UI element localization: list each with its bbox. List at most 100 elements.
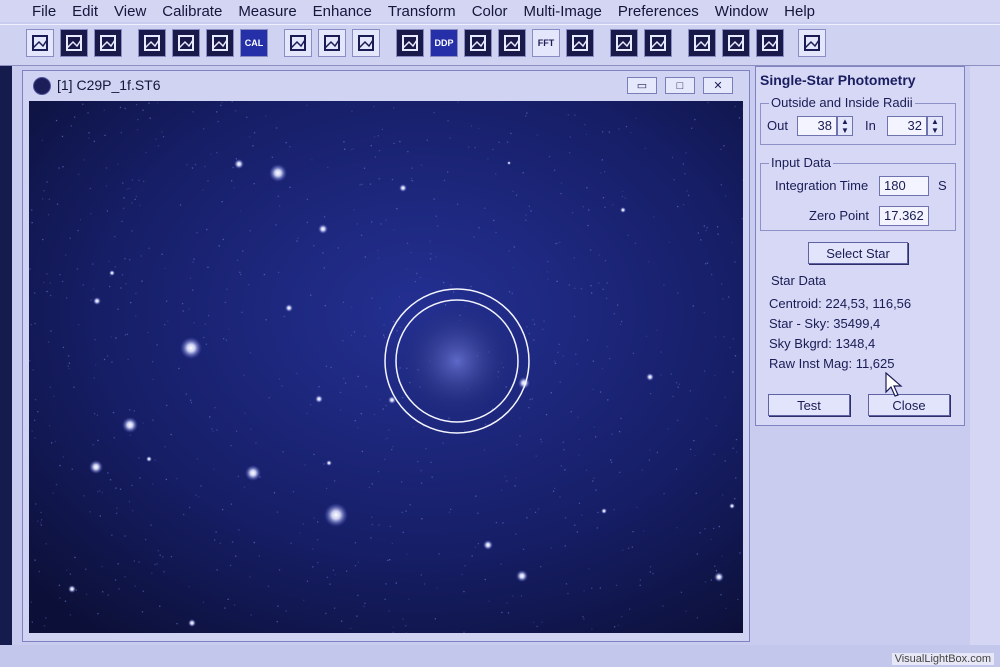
outer-radius-stepper[interactable]: ▲ ▼ [837,116,853,136]
levels-icon[interactable] [352,29,380,57]
star [180,337,202,359]
menu-color[interactable]: Color [462,3,514,20]
menu-bar: File Edit View Calibrate Measure Enhance Trans… [0,0,1000,22]
wand-icon[interactable] [498,29,526,57]
screen: File Edit View Calibrate Measure Enhance Trans… [0,0,1000,667]
star [399,184,407,192]
right-edge [970,66,1000,667]
out-label: Out [767,118,788,133]
star-data-label: Star Data [769,273,828,288]
mouse-pointer-icon [885,372,903,397]
menu-window[interactable]: Window [705,3,774,20]
star [315,395,323,403]
star-icon[interactable] [464,29,492,57]
star [234,159,244,169]
outer-radius-field[interactable]: 38 [797,116,837,136]
close-button[interactable]: Close [868,394,950,416]
inner-radius-field[interactable]: 32 [887,116,927,136]
star [601,508,607,514]
radii-group: Outside and Inside Radii Out 38 ▲ ▼ In 32… [760,95,956,145]
star [516,570,528,582]
star [188,619,196,627]
star-data-group: Star Data Centroid: 224,53, 116,56 Star … [760,273,956,377]
tile-icon[interactable] [756,29,784,57]
image-window-title: [1] C29P_1f.ST6 [57,77,161,93]
maximize-button[interactable]: □ [665,77,695,94]
curve-icon[interactable] [318,29,346,57]
sky-image-canvas[interactable] [29,101,743,633]
input-data-group: Input Data Integration Time 180 S Zero P… [760,155,956,231]
star [507,161,511,165]
star [324,503,348,527]
close-window-button[interactable]: ✕ [703,77,733,94]
in-label: In [865,118,876,133]
integration-time-field[interactable]: 180 [879,176,929,196]
menu-measure[interactable]: Measure [228,3,302,20]
sky-background-value: Sky Bkgrd: 1348,4 [769,336,876,351]
menu-calibrate[interactable]: Calibrate [152,3,228,20]
panel-title: Single-Star Photometry [760,72,916,88]
align-icon[interactable] [722,29,750,57]
centroid-value: Centroid: 224,53, 116,56 [769,296,912,311]
watermark: VisualLightBox.com [891,653,994,665]
integration-unit: S [938,178,947,193]
bottom-bar [0,645,1000,667]
photometry-panel: Single-Star Photometry Outside and Insid… [755,66,965,426]
test-button[interactable]: Test [768,394,850,416]
grid-icon[interactable] [566,29,594,57]
star-minus-sky-value: Star - Sky: 35499,4 [769,316,881,331]
star [326,460,332,466]
zero-point-field[interactable]: 17.362 [879,206,929,226]
image-icon[interactable] [610,29,638,57]
menu-help[interactable]: Help [774,3,821,20]
histogram-icon[interactable] [284,29,312,57]
star [109,270,115,276]
star [646,373,654,381]
toolbar: CAL DDP FFT [0,24,1000,66]
star [620,207,626,213]
image-window-titlebar: [1] C29P_1f.ST6 ▭ □ ✕ [23,71,749,99]
cal-icon[interactable]: CAL [240,29,268,57]
star [285,304,293,312]
star [269,164,287,182]
inner-radius-stepper[interactable]: ▲ ▼ [927,116,943,136]
copy-icon[interactable] [206,29,234,57]
star [714,572,724,582]
ddp-icon[interactable]: DDP [430,29,458,57]
star [318,224,328,234]
input-data-label: Input Data [769,155,833,170]
star [483,540,493,550]
menu-enhance[interactable]: Enhance [303,3,378,20]
star [89,460,103,474]
menu-view[interactable]: View [104,3,152,20]
frame-icon[interactable] [138,29,166,57]
crop-icon[interactable] [172,29,200,57]
star [729,503,735,509]
galaxy-icon[interactable] [644,29,672,57]
save-all-icon[interactable] [94,29,122,57]
star [93,297,101,305]
minimize-button[interactable]: ▭ [627,77,657,94]
galaxy-icon [33,77,51,95]
star [68,585,76,593]
help-book-icon[interactable] [798,29,826,57]
open-folder-icon[interactable] [26,29,54,57]
select-star-button[interactable]: Select Star [808,242,908,264]
stack-icon[interactable] [396,29,424,57]
star [146,456,152,462]
menu-file[interactable]: File [22,3,62,20]
save-icon[interactable] [60,29,88,57]
image-window: [1] C29P_1f.ST6 ▭ □ ✕ [22,70,750,642]
color-grid-icon[interactable] [688,29,716,57]
star [122,417,138,433]
menu-transform[interactable]: Transform [378,3,462,20]
raw-inst-mag-value: Raw Inst Mag: 11,625 [769,356,895,371]
menu-multi-image[interactable]: Multi-Image [514,3,608,20]
star [245,465,261,481]
zero-point-label: Zero Point [809,208,869,223]
integration-time-label: Integration Time [775,178,869,193]
menu-preferences[interactable]: Preferences [608,3,705,20]
menu-edit[interactable]: Edit [62,3,104,20]
fft-icon[interactable]: FFT [532,29,560,57]
sky-image [29,101,743,633]
